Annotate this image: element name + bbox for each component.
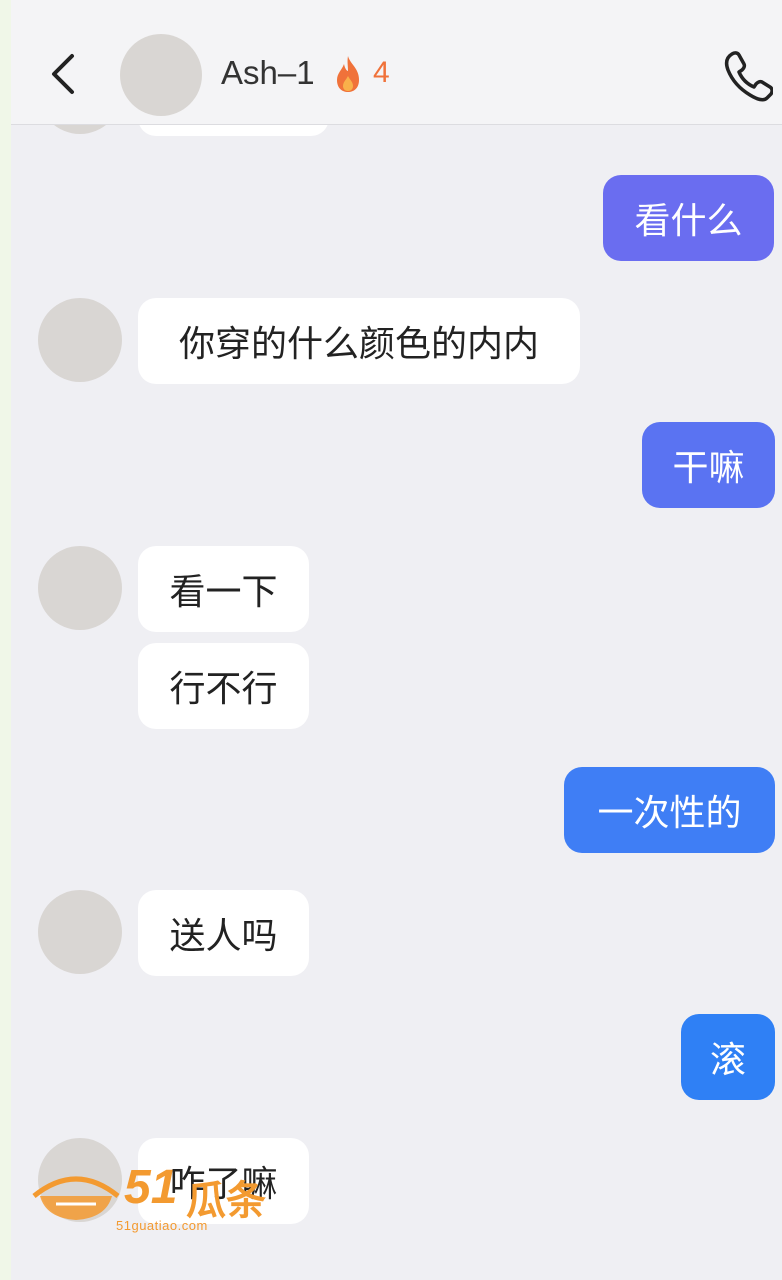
contact-avatar[interactable] bbox=[38, 298, 122, 382]
contact-avatar[interactable] bbox=[38, 890, 122, 974]
back-button[interactable] bbox=[41, 44, 85, 104]
message-text: 看什么 bbox=[634, 201, 743, 242]
message-text: 干嘛 bbox=[672, 448, 745, 489]
message-text: 送人吗 bbox=[169, 916, 278, 957]
contact-name[interactable]: Ash–1 bbox=[221, 54, 315, 92]
message-text: 滚 bbox=[709, 1040, 746, 1081]
watermark-logo: 51 瓜条 51guatiao.com bbox=[26, 1160, 271, 1240]
message-bubble-outgoing[interactable]: 看什么 bbox=[603, 175, 774, 261]
message-text: 看一下 bbox=[169, 572, 278, 613]
chat-header: Ash–1 4 bbox=[11, 0, 782, 125]
message-bubble-incoming[interactable]: 看一下 bbox=[138, 546, 309, 632]
phone-icon bbox=[724, 51, 774, 102]
chevron-left-icon bbox=[52, 54, 74, 94]
message-bubble-outgoing[interactable]: 一次性的 bbox=[564, 767, 775, 853]
message-bubble-outgoing[interactable]: 滚 bbox=[681, 1014, 775, 1100]
message-text: 一次性的 bbox=[597, 793, 742, 834]
contact-avatar[interactable] bbox=[120, 34, 202, 116]
streak-count: 4 bbox=[373, 56, 390, 89]
call-button[interactable] bbox=[723, 48, 774, 102]
chat-thread[interactable]: 看什么 你穿的什么颜色的内内 干嘛 看一下 行不行 一次性的 送人吗 滚 咋了嘛 bbox=[11, 0, 782, 1280]
message-text: 行不行 bbox=[169, 669, 278, 710]
message-text: 你穿的什么颜色的内内 bbox=[178, 324, 539, 365]
watermelon-logo-icon bbox=[32, 1176, 120, 1220]
contact-avatar[interactable] bbox=[38, 546, 122, 630]
watermark-number: 51 bbox=[124, 1161, 178, 1214]
watermark-url: 51guatiao.com bbox=[116, 1218, 208, 1233]
message-bubble-incoming[interactable]: 你穿的什么颜色的内内 bbox=[138, 298, 580, 384]
message-bubble-outgoing[interactable]: 干嘛 bbox=[642, 422, 775, 508]
message-bubble-incoming[interactable]: 行不行 bbox=[138, 643, 309, 729]
left-edge-strip bbox=[0, 0, 11, 1280]
fire-icon bbox=[337, 56, 359, 92]
message-bubble-incoming[interactable]: 送人吗 bbox=[138, 890, 309, 976]
